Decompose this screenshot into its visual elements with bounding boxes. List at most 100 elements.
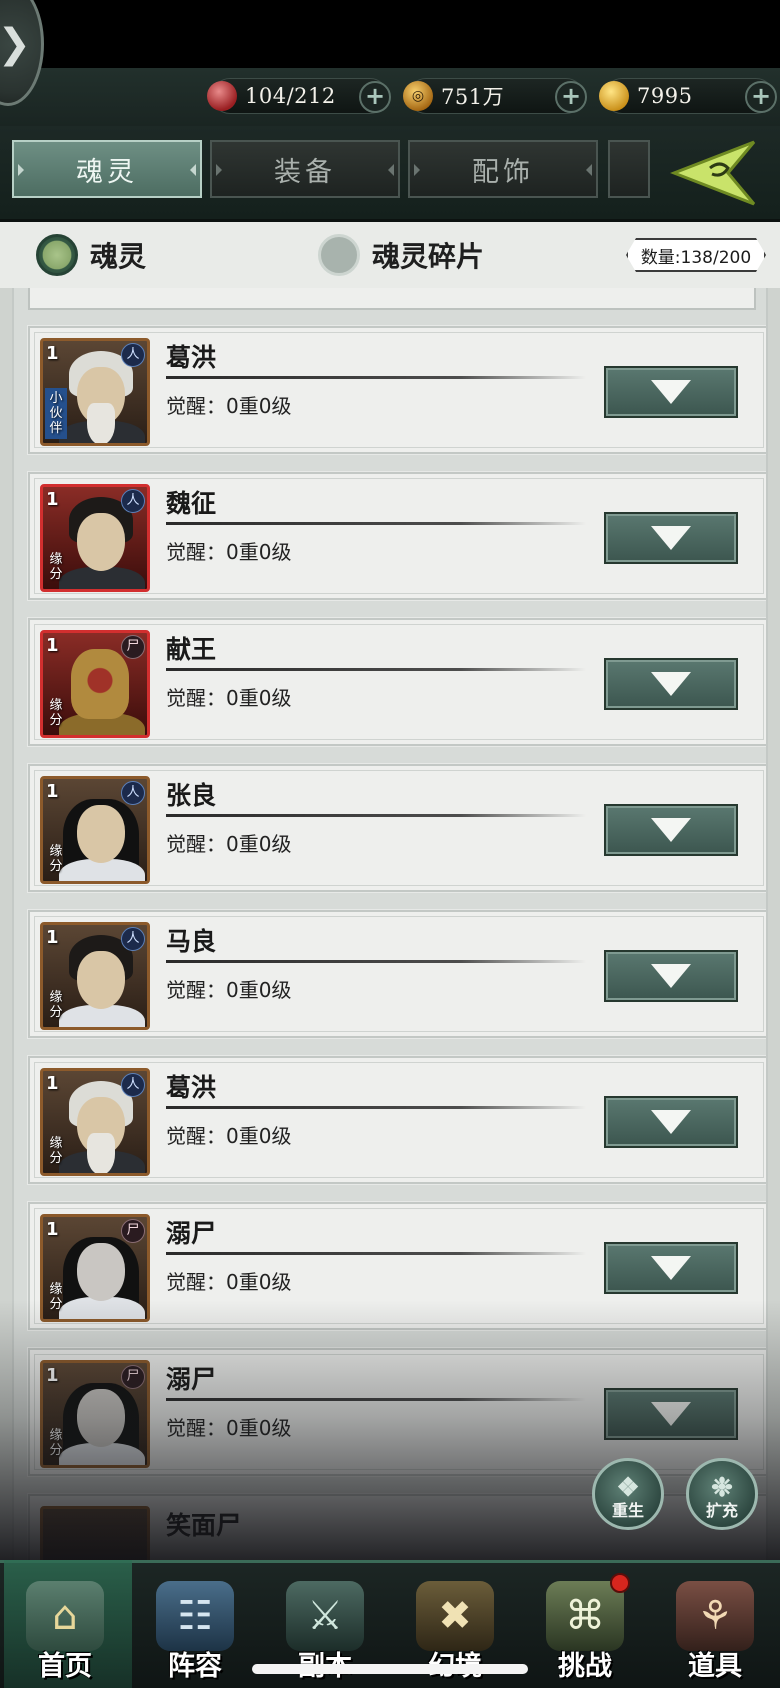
hero-tag: 缘分 (49, 698, 63, 728)
resource-bar: 104/212 + ◎ 751万 + 7995 + (0, 68, 780, 126)
resource-ingot: 7995 + (599, 78, 777, 114)
list-item[interactable]: 1 尸 缘分 溺尸 觉醒：0重0级 (27, 1347, 766, 1477)
tab-more[interactable] (608, 140, 650, 198)
nav-home-label: 首页 (38, 1651, 92, 1682)
divider (166, 668, 586, 671)
triangle-down-icon (651, 526, 691, 550)
expand-button[interactable] (604, 950, 738, 1002)
filter-soul-label: 魂灵 (90, 240, 147, 273)
bag-icon: ⚘ (676, 1581, 754, 1651)
hero-name: 献王 (166, 635, 217, 664)
faction-badge: 人 (121, 781, 145, 805)
radio-unselected-icon (318, 234, 360, 276)
hero-name: 溺尸 (166, 1365, 217, 1394)
nav-items[interactable]: ⚘ 道具 (650, 1563, 780, 1688)
faction-badge: 人 (121, 1073, 145, 1097)
faction-badge: 人 (121, 343, 145, 367)
faction-badge: 尸 (121, 635, 145, 659)
faction-badge: 人 (121, 927, 145, 951)
hero-portrait[interactable]: 1 人 小伙伴 (40, 338, 150, 446)
vigor-value: 104/212 (245, 84, 336, 108)
tab-soul-label: 魂灵 (76, 156, 138, 188)
list-item[interactable]: 1 人 缘分 魏征 觉醒：0重0级 (27, 471, 766, 601)
expand-button[interactable] (604, 1096, 738, 1148)
hero-tag: 缘分 (49, 552, 63, 582)
nav-home[interactable]: ⌂ 首页 (0, 1560, 132, 1688)
divider (166, 1252, 586, 1255)
add-coin-button[interactable]: + (555, 81, 587, 113)
status-strip (0, 0, 780, 68)
expand-button[interactable] (604, 804, 738, 856)
hero-portrait[interactable]: 1 人 缘分 (40, 1068, 150, 1176)
capacity-count-text: 数量:138/200 (640, 247, 752, 268)
list-item[interactable]: 1 尸 缘分 献王 觉醒：0重0级 (27, 617, 766, 747)
list-item[interactable]: 1 尸 缘分 溺尸 觉醒：0重0级 (27, 1201, 766, 1331)
hero-portrait[interactable] (40, 1506, 150, 1560)
nav-lineup[interactable]: ☷ 阵容 (130, 1563, 260, 1688)
expand-button[interactable] (604, 512, 738, 564)
hero-level: 1 (46, 1219, 59, 1240)
nav-challenge[interactable]: ⌘ 挑战 (520, 1563, 650, 1688)
resource-coin: ◎ 751万 + (403, 78, 587, 114)
divider (166, 814, 586, 817)
backpack-icon: ❉ (711, 1473, 733, 1503)
soul-list[interactable]: 1 人 小伙伴 葛洪 觉醒：0重0级 1 人 缘分 魏征 觉醒：0重0级 1 尸… (12, 288, 768, 1560)
rebirth-button[interactable]: ❖ 重生 (592, 1458, 664, 1530)
radio-selected-icon (36, 234, 78, 276)
expand-button[interactable] (604, 658, 738, 710)
expand-button[interactable] (604, 1388, 738, 1440)
triangle-down-icon (651, 672, 691, 696)
nav-items-label: 道具 (688, 1651, 742, 1682)
awaken-status: 觉醒：0重0级 (166, 1270, 292, 1294)
ingot-value: 7995 (637, 84, 693, 108)
notification-dot (610, 1573, 630, 1593)
hero-portrait[interactable]: 1 人 缘分 (40, 776, 150, 884)
triangle-down-icon (651, 380, 691, 404)
faction-badge: 人 (121, 489, 145, 513)
awaken-status: 觉醒：0重0级 (166, 1124, 292, 1148)
gold-ingot-icon (599, 81, 629, 111)
filter-shard-label: 魂灵碎片 (372, 240, 485, 273)
hero-level: 1 (46, 635, 59, 656)
triangle-down-icon (651, 1256, 691, 1280)
list-item-partial-top (28, 288, 756, 310)
add-ingot-button[interactable]: + (745, 81, 777, 113)
list-item[interactable]: 1 人 缘分 张良 觉醒：0重0级 (27, 763, 766, 893)
tab-soul[interactable]: 魂灵 (12, 140, 202, 198)
divider (166, 376, 586, 379)
crossed-swords-icon: ✖ (416, 1581, 494, 1651)
expand-button[interactable] (604, 366, 738, 418)
hero-name: 笑面尸 (166, 1511, 242, 1540)
copper-coin-icon: ◎ (403, 81, 433, 111)
awaken-status: 觉醒：0重0级 (166, 540, 292, 564)
list-item[interactable]: 1 人 小伙伴 葛洪 觉醒：0重0级 (27, 325, 766, 455)
filter-shard-radio[interactable]: 魂灵碎片 (318, 234, 484, 276)
filter-soul-radio[interactable]: 魂灵 (36, 234, 146, 276)
hero-portrait[interactable]: 1 尸 缘分 (40, 1360, 150, 1468)
tab-equipment[interactable]: 装备 (210, 140, 400, 198)
list-item[interactable]: 1 人 缘分 葛洪 觉醒：0重0级 (27, 1055, 766, 1185)
tab-accessory[interactable]: 配饰 (408, 140, 598, 198)
nav-lineup-label: 阵容 (168, 1651, 222, 1682)
list-item[interactable]: 1 人 缘分 马良 觉醒：0重0级 (27, 909, 766, 1039)
hero-portrait[interactable]: 1 尸 缘分 (40, 630, 150, 738)
awaken-status: 觉醒：0重0级 (166, 686, 292, 710)
hero-portrait[interactable]: 1 尸 缘分 (40, 1214, 150, 1322)
triangle-down-icon (651, 818, 691, 842)
scroll-map-icon: ⌘ (546, 1581, 624, 1651)
expand-capacity-button[interactable]: ❉ 扩充 (686, 1458, 758, 1530)
nav-challenge-label: 挑战 (558, 1651, 612, 1682)
tab-accessory-label: 配饰 (472, 156, 534, 188)
hero-level: 1 (46, 781, 59, 802)
hero-name: 魏征 (166, 489, 217, 518)
expand-button[interactable] (604, 1242, 738, 1294)
chevron-left-icon: ❯ (0, 21, 31, 67)
awaken-status: 觉醒：0重0级 (166, 1416, 292, 1440)
scroll-tabs-arrow-icon[interactable] (670, 138, 758, 208)
triangle-down-icon (651, 1110, 691, 1134)
hero-portrait[interactable]: 1 人 缘分 (40, 484, 150, 592)
hero-portrait[interactable]: 1 人 缘分 (40, 922, 150, 1030)
divider (166, 522, 586, 525)
add-vigor-button[interactable]: + (359, 81, 391, 113)
awaken-status: 觉醒：0重0级 (166, 394, 292, 418)
